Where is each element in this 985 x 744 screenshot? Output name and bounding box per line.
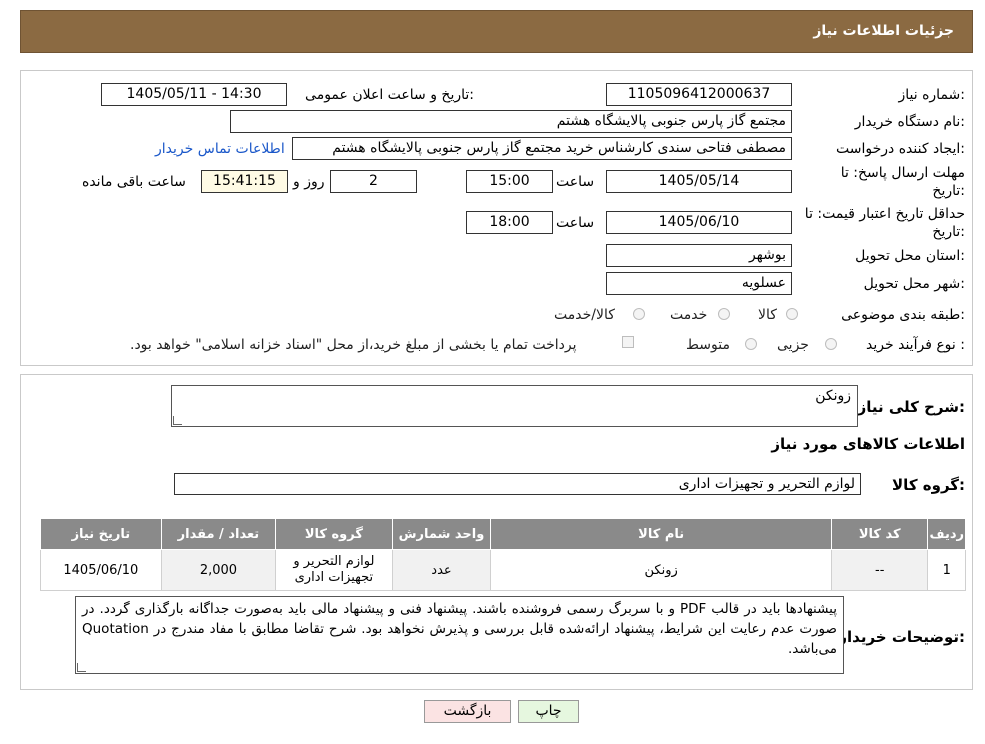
- col-code: کد کالا: [831, 518, 929, 550]
- goods-group-field: لوازم التحریر و تجهیزات اداری: [174, 473, 861, 495]
- col-unit: واحد شمارش: [391, 518, 492, 550]
- treasury-payment-checkbox[interactable]: [622, 336, 634, 348]
- process-minor-radio[interactable]: [825, 338, 837, 350]
- province-field: بوشهر: [606, 244, 792, 267]
- category-goods-radio[interactable]: [786, 308, 798, 320]
- cell-code: --: [831, 549, 929, 591]
- desc-resize-handle[interactable]: [173, 416, 182, 425]
- reply-deadline-label: مهلت ارسال پاسخ: تا: [840, 165, 965, 181]
- table-row: 1 -- زونکن عدد لوازم التحریر و تجهیزات ا…: [40, 549, 966, 591]
- reply-time-field: 15:00: [466, 170, 553, 193]
- cell-name: زونکن: [490, 549, 833, 591]
- cell-qty: 2,000: [160, 549, 277, 591]
- buyer-notes-field: پیشنهادها باید در قالب PDF و با سربرگ رس…: [75, 596, 844, 674]
- need-desc-value: زونکن: [815, 388, 851, 404]
- col-group: گروه کالا: [275, 518, 393, 550]
- cell-unit: عدد: [391, 549, 492, 591]
- notes-resize-handle[interactable]: [77, 663, 86, 672]
- announce-label: تاریخ و ساعت اعلان عمومی:: [305, 87, 474, 103]
- remaining-time-field: 15:41:15: [201, 170, 288, 193]
- need-number-label: شماره نیاز:: [898, 87, 965, 103]
- need-desc-field: زونکن: [171, 385, 858, 427]
- reply-date-field: 1405/05/14: [606, 170, 792, 193]
- goods-table-header: ردیف کد کالا نام کالا واحد شمارش گروه کا…: [40, 518, 966, 550]
- goods-info-title: اطلاعات کالاهای مورد نیاز: [771, 435, 965, 453]
- cell-group: لوازم التحریر و تجهیزات اداری: [275, 549, 393, 591]
- category-service-radio[interactable]: [718, 308, 730, 320]
- buyer-notes-text: پیشنهادها باید در قالب PDF و با سربرگ رس…: [82, 601, 838, 657]
- contact-buyer-link[interactable]: اطلاعات تماس خریدار: [155, 141, 285, 157]
- announce-field: 1405/05/11 - 14:30: [101, 83, 287, 106]
- reply-deadline-label-2: تاریخ:: [932, 183, 965, 199]
- col-name: نام کالا: [490, 518, 833, 550]
- process-medium-label: متوسط: [686, 337, 730, 353]
- process-minor-label: جزیی: [777, 337, 809, 353]
- process-medium-radio[interactable]: [745, 338, 757, 350]
- price-validity-date-field: 1405/06/10: [606, 211, 792, 234]
- remaining-label: ساعت باقی مانده: [82, 174, 186, 190]
- creator-field: مصطفی فتاحی سندی کارشناس خرید مجتمع گاز …: [292, 137, 792, 160]
- city-field: عسلویه: [606, 272, 792, 295]
- city-label: شهر محل تحویل:: [863, 276, 965, 292]
- price-validity-label: حداقل تاریخ اعتبار قیمت: تا: [804, 206, 965, 222]
- category-label: طبقه بندی موضوعی:: [841, 307, 965, 323]
- need-number-field: 1105096412000637: [606, 83, 792, 106]
- price-validity-time-field: 18:00: [466, 211, 553, 234]
- buyer-org-field: مجتمع گاز پارس جنوبی پالایشگاه هشتم: [230, 110, 792, 133]
- page-header: جزئیات اطلاعات نیاز: [20, 10, 973, 53]
- buyer-notes-label: توضیحات خریدار:: [838, 628, 965, 646]
- days-field: 2: [330, 170, 417, 193]
- cell-row: 1: [927, 549, 966, 591]
- goods-table: ردیف کد کالا نام کالا واحد شمارش گروه کا…: [40, 518, 966, 591]
- category-goods-label: کالا: [758, 307, 777, 323]
- buyer-org-label: نام دستگاه خریدار:: [854, 114, 965, 130]
- price-validity-time-label: ساعت: [556, 215, 595, 231]
- reply-time-label: ساعت: [556, 174, 595, 190]
- need-desc-label: شرح کلی نیاز:: [857, 398, 965, 416]
- category-service-label: خدمت: [670, 307, 708, 323]
- col-date: تاریخ نیاز: [40, 518, 162, 550]
- creator-label: ایجاد کننده درخواست:: [836, 141, 965, 157]
- print-button[interactable]: چاپ: [518, 700, 579, 723]
- payment-note: پرداخت تمام یا بخشی از مبلغ خرید،از محل …: [130, 337, 577, 353]
- col-qty: تعداد / مقدار: [160, 518, 277, 550]
- back-button[interactable]: بازگشت: [424, 700, 511, 723]
- cell-date: 1405/06/10: [40, 549, 162, 591]
- price-validity-label-2: تاریخ:: [932, 224, 965, 240]
- process-label: نوع فرآیند خرید :: [866, 337, 965, 353]
- goods-group-label: گروه کالا:: [892, 476, 965, 494]
- days-label: روز و: [293, 174, 325, 190]
- category-goods-service-label: کالا/خدمت: [554, 307, 615, 323]
- page-title: جزئیات اطلاعات نیاز: [813, 23, 954, 39]
- category-goods-service-radio[interactable]: [633, 308, 645, 320]
- province-label: استان محل تحویل:: [855, 248, 965, 264]
- col-row: ردیف: [927, 518, 966, 550]
